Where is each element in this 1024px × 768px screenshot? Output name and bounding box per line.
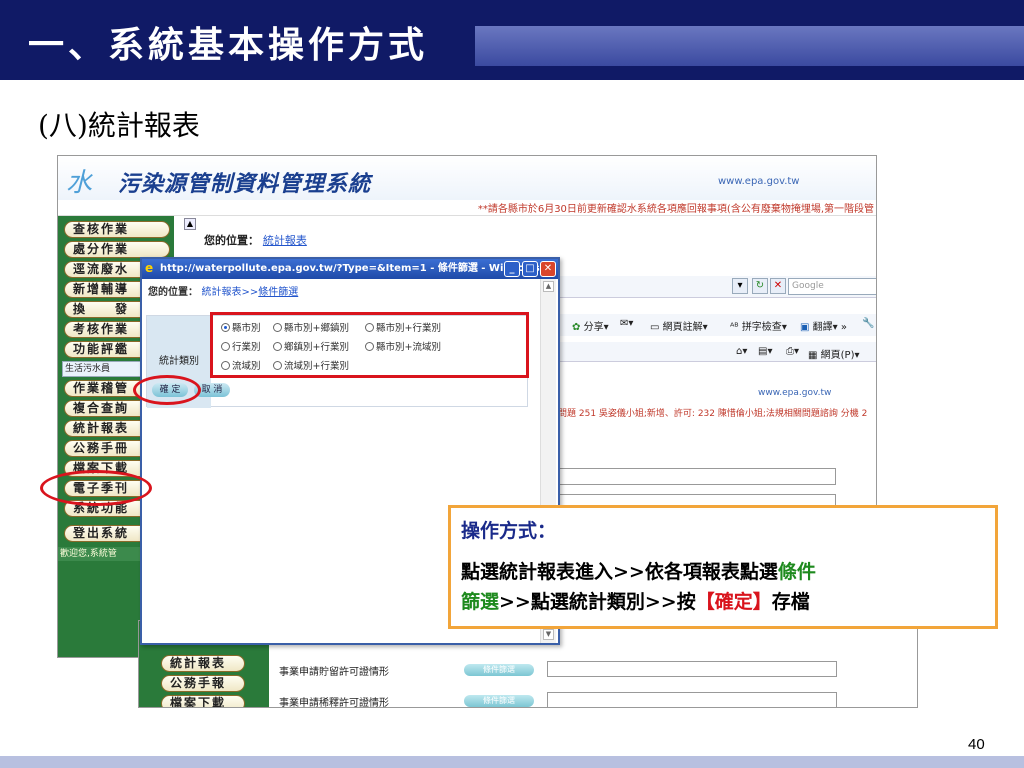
address-bar-strip: ▾ ↻ ✕ Google — [558, 276, 876, 298]
maximize-icon[interactable]: □ — [522, 261, 538, 277]
refresh-icon[interactable]: ↻ — [752, 278, 768, 294]
wrench-icon[interactable]: 🔧 — [862, 318, 874, 329]
app-title: 污染源管制資料管理系統 — [118, 171, 372, 197]
page-menu-label: 網頁(P) — [820, 350, 855, 361]
scroll-down-arrow-icon[interactable]: ▼ — [543, 629, 554, 640]
slide-subtitle: (八)統計報表 — [38, 109, 200, 142]
menu-item-handbook-2[interactable]: 公務手報 — [161, 675, 245, 692]
menu-item-download-2[interactable]: 檔案下載 — [161, 695, 245, 707]
callout-line-1: 點選統計報表進入>>依各項報表點選條件 — [461, 557, 985, 587]
ie-command-bar: ✿ 分享▾ ✉▾ ▭ 網頁註解▾ ᴬᴮ 拼字檢查▾ ▣ 翻譯▾ » 🔧 — [558, 314, 876, 336]
spell-label: 拼字檢查 — [741, 322, 782, 333]
spellcheck-button[interactable]: ᴬᴮ 拼字檢查▾ — [730, 318, 787, 333]
page-number: 40 — [968, 736, 985, 753]
popup-breadcrumb-path: 統計報表>> — [201, 287, 259, 298]
scroll-up-icon[interactable]: ▲ — [184, 218, 196, 230]
highlight-confirm-oval — [133, 375, 201, 405]
popup-breadcrumb: 您的位置： 統計報表>>條件篩選 — [148, 283, 298, 298]
text-field[interactable] — [546, 468, 836, 485]
instruction-callout: 操作方式： 點選統計報表進入>>依各項報表點選條件 篩選>>點選統計類別>>按【… — [448, 505, 998, 629]
callout-highlight-red: 【確定】 — [695, 591, 772, 613]
popup-breadcrumb-link[interactable]: 條件篩選 — [258, 287, 298, 298]
callout-highlight-green: 條件 — [777, 561, 816, 583]
highlight-statistics-menu-oval — [40, 470, 152, 506]
print-icon[interactable]: ⎙▾ — [786, 346, 799, 357]
page-menu-button[interactable]: ▦ 網頁(P)▾ — [808, 346, 860, 361]
home-icon[interactable]: ⌂▾ — [736, 346, 747, 357]
translate-button[interactable]: ▣ 翻譯▾ » — [800, 318, 847, 333]
footer-bar — [0, 756, 1024, 768]
app-header: 水 污染源管制資料管理系統 www.epa.gov.tw — [58, 156, 876, 200]
title-stripe — [475, 26, 1024, 66]
annotate-button[interactable]: ▭ 網頁註解▾ — [650, 318, 708, 333]
contact-notice: 問題 251 吳姿儀小姐;新增、許可: 232 陳惜倫小姐;法規相關問題諮詢 分… — [558, 409, 868, 419]
translate-icon: ▣ — [800, 322, 810, 333]
menu-item-statistics-2[interactable]: 統計報表 — [161, 655, 245, 672]
water-logo-icon: 水 — [66, 168, 93, 198]
callout-text: >>點選統計類別>>按 — [499, 591, 696, 613]
share-button[interactable]: ✿ 分享▾ — [572, 318, 609, 333]
scroll-up-arrow-icon[interactable]: ▲ — [543, 281, 554, 292]
share-label: 分享 — [583, 322, 604, 333]
popup-breadcrumb-label: 您的位置： — [148, 287, 198, 298]
feed-icon[interactable]: ▤▾ — [758, 346, 772, 357]
popup-title: http://waterpollute.epa.gov.tw/?Type=&It… — [160, 263, 555, 274]
breadcrumb-label: 您的位置： — [204, 234, 259, 247]
highlight-category-box — [210, 312, 529, 378]
slide-title: 一、系統基本操作方式 — [28, 24, 429, 66]
ie-logo-icon: e — [145, 261, 154, 275]
breadcrumb: 您的位置： 統計報表 — [204, 232, 307, 248]
ie-page-bar: ⌂▾ ▤▾ ⎙▾ ▦ 網頁(P)▾ — [558, 342, 876, 362]
close-icon[interactable]: ✕ — [540, 261, 556, 277]
app-url: www.epa.gov.tw — [718, 176, 800, 187]
annotate-label: 網頁註解 — [662, 322, 703, 333]
callout-text: 點選統計報表進入>>依各項報表點選 — [461, 561, 778, 583]
menu-item-inspection[interactable]: 查核作業 — [64, 221, 170, 238]
text-field[interactable] — [547, 661, 837, 677]
dropdown-icon[interactable]: ▾ — [732, 278, 748, 294]
popup-titlebar[interactable]: e http://waterpollute.epa.gov.tw/?Type=&… — [142, 259, 558, 279]
translate-label: 翻譯 — [812, 322, 833, 333]
callout-text: 存檔 — [771, 591, 810, 613]
stop-icon[interactable]: ✕ — [770, 278, 786, 294]
search-input[interactable]: Google — [788, 278, 876, 295]
callout-line-2: 篩選>>點選統計類別>>按【確定】存檔 — [461, 587, 985, 617]
menu-item-penalty[interactable]: 處分作業 — [64, 241, 170, 258]
callout-highlight-green: 篩選 — [461, 591, 500, 613]
filter-button[interactable]: 條件篩選 — [464, 695, 534, 707]
share-icon: ✿ — [572, 322, 581, 333]
slide: 一、系統基本操作方式 (八)統計報表 水 污染源管制資料管理系統 www.epa… — [0, 0, 1024, 768]
breadcrumb-link-statistics[interactable]: 統計報表 — [263, 234, 307, 247]
app-url-secondary: www.epa.gov.tw — [758, 388, 832, 398]
mail-icon[interactable]: ✉▾ — [620, 318, 633, 329]
callout-heading: 操作方式： — [461, 520, 557, 542]
notice-marquee: **請各縣市於6月30日前更新確認水系統各項應回報事項(含公有廢棄物掩埋場,第一… — [58, 200, 876, 216]
filter-button[interactable]: 條件篩選 — [464, 664, 534, 676]
minimize-icon[interactable]: _ — [504, 261, 520, 277]
text-field[interactable] — [547, 692, 837, 707]
report-row-label: 事業申請貯留許可證情形 — [279, 667, 389, 678]
report-row-label: 事業申請稀釋許可證情形 — [279, 698, 389, 708]
